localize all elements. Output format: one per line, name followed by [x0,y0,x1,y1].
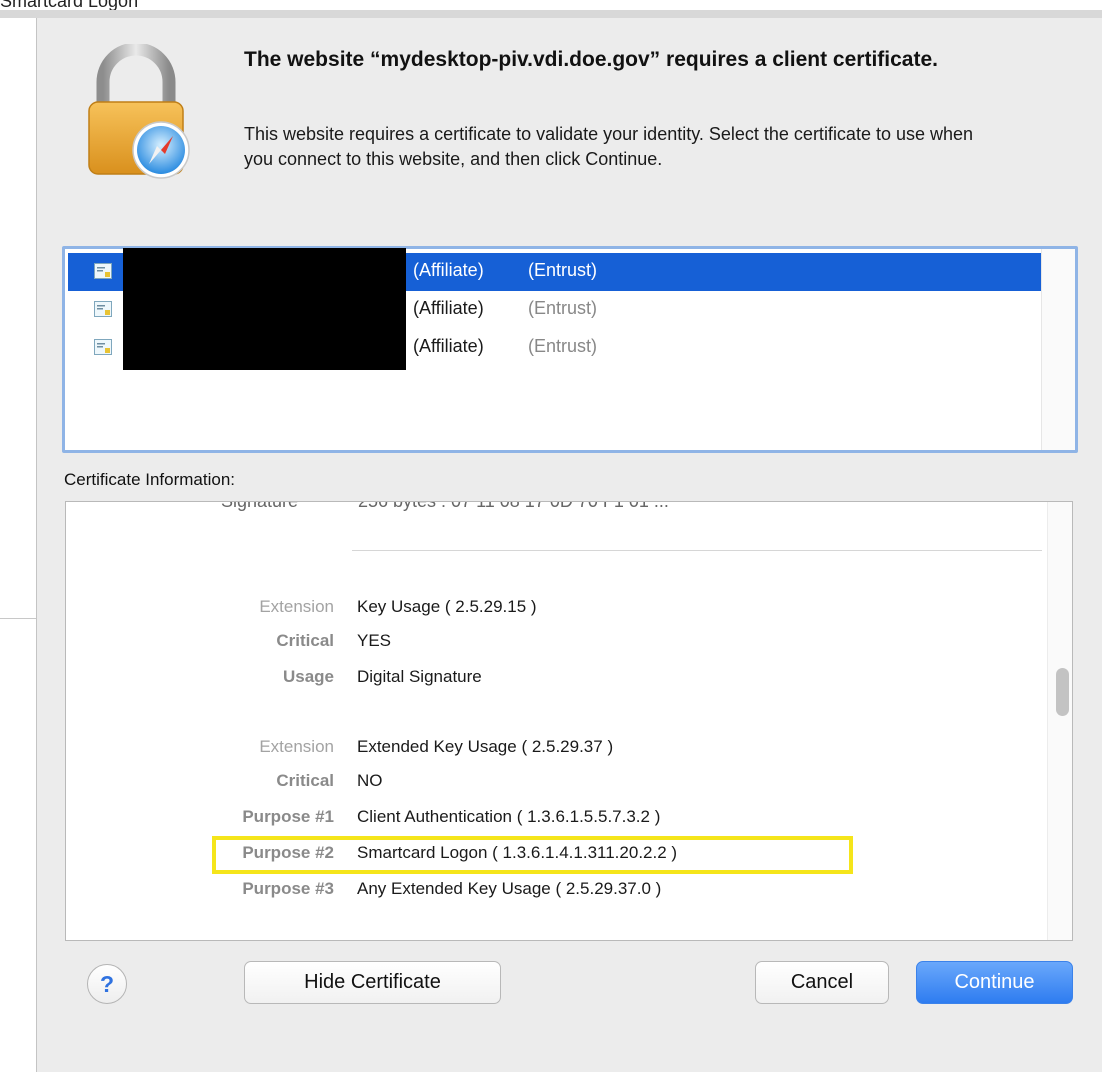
certificate-issuer: (Entrust) [528,298,598,318]
field-key: Purpose #1 [242,807,334,826]
dialog-message: This website requires a certificate to v… [244,124,974,169]
field-key: Critical [276,771,334,790]
field-key: Extension [259,737,334,756]
continue-button[interactable]: Continue [916,961,1073,1004]
section-divider [352,550,1042,551]
list-scrollbar[interactable] [1041,249,1075,450]
lock-safari-icon [88,44,190,179]
field-row: Critical YES [66,628,1026,656]
field-value: Client Authentication ( 1.3.6.1.5.5.7.3.… [357,807,661,826]
certificate-information-label: Certificate Information: [64,470,236,489]
field-key: Critical [276,631,334,650]
field-value: Digital Signature [357,667,482,686]
background-bar [0,10,1102,18]
highlight-box [212,836,853,874]
help-button[interactable]: ? [87,964,127,1004]
certificate-issuer: (Entrust) [528,260,598,280]
clipped-field: Signature 256 bytes : 07 11 08 17 0D 70 … [66,501,1026,511]
client-certificate-dialog: The website “mydesktop-piv.vdi.doe.gov” … [36,18,1102,1072]
field-row: Extension Extended Key Usage ( 2.5.29.37… [66,734,1026,762]
certificate-list[interactable]: (Affiliate) (Entrust) (Affiliate) (Entru… [62,246,1078,453]
redaction-block [123,248,406,370]
field-key: Usage [282,667,334,686]
field-key: Extension [259,597,334,616]
cancel-button[interactable]: Cancel [755,961,889,1004]
info-scrollbar[interactable] [1047,502,1072,940]
field-row: Purpose #3 Any Extended Key Usage ( 2.5.… [66,876,1026,904]
field-row: Critical NO [66,768,1026,796]
certificate-org: (Affiliate) [413,298,484,318]
field-value: Extended Key Usage ( 2.5.29.37 ) [357,737,614,756]
field-row: Purpose #1 Client Authentication ( 1.3.6… [66,804,1026,832]
certificate-icon [94,263,112,279]
field-row: Extension Key Usage ( 2.5.29.15 ) [66,594,1026,622]
certificate-icon [94,339,112,355]
background-window-edge [0,18,36,1072]
certificate-issuer: (Entrust) [528,336,598,356]
certificate-information-panel[interactable]: Signature 256 bytes : 07 11 08 17 0D 70 … [65,501,1073,941]
dialog-title: The website “mydesktop-piv.vdi.doe.gov” … [244,48,938,71]
field-key: Purpose #3 [242,879,334,898]
field-value: YES [357,631,392,650]
field-value: Any Extended Key Usage ( 2.5.29.37.0 ) [357,879,662,898]
divider [0,618,36,619]
field-row: Usage Digital Signature [66,664,1026,692]
field-value: Key Usage ( 2.5.29.15 ) [357,597,537,616]
certificate-org: (Affiliate) [413,336,484,356]
field-value: NO [357,771,383,790]
certificate-icon [94,301,112,317]
certificate-org: (Affiliate) [413,260,484,280]
field-key: Signature [220,501,298,511]
hide-certificate-button[interactable]: Hide Certificate [244,961,501,1004]
scroll-thumb[interactable] [1056,668,1069,716]
field-value: 256 bytes : 07 11 08 17 0D 70 F1 01 ... [358,501,669,511]
